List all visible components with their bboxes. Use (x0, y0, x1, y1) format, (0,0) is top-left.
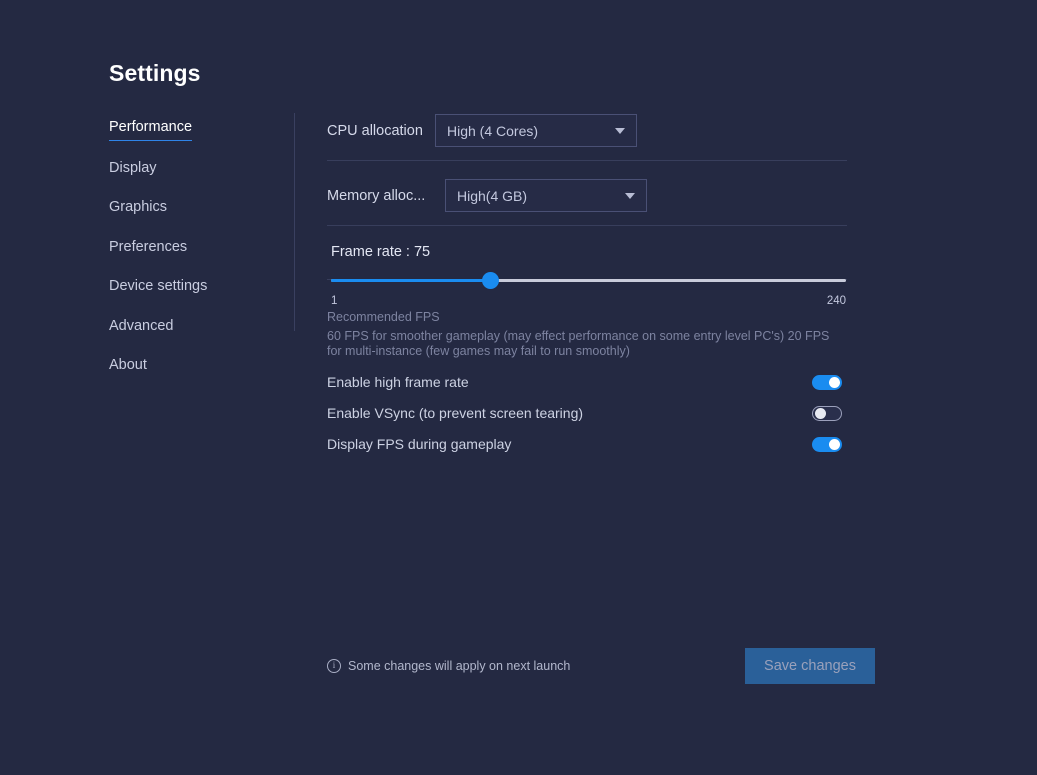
toggle-knob (829, 376, 840, 388)
memory-allocation-select[interactable]: High(4 GB) (445, 179, 647, 212)
toggle-vsync[interactable] (812, 405, 842, 421)
sidebar-item-device-settings[interactable]: Device settings (109, 278, 207, 299)
slider-scale: 1 240 (331, 295, 846, 311)
sidebar-item-display[interactable]: Display (109, 160, 157, 181)
frame-rate-section: Frame rate : 75 1 240 (331, 244, 846, 311)
memory-allocation-row: Memory alloc... High(4 GB) (327, 179, 647, 212)
sidebar-item-advanced[interactable]: Advanced (109, 318, 174, 339)
toggle-label-vsync: Enable VSync (to prevent screen tearing) (327, 405, 584, 421)
page-title: Settings (109, 60, 201, 86)
sidebar-item-performance[interactable]: Performance (109, 119, 193, 141)
info-circle-icon: i (327, 659, 341, 673)
cpu-allocation-row: CPU allocation High (4 Cores) (327, 114, 637, 147)
sidebar-divider (294, 113, 295, 331)
slider-fill (331, 279, 491, 282)
cpu-allocation-select[interactable]: High (4 Cores) (435, 114, 637, 147)
chevron-down-icon (625, 192, 635, 199)
toggle-row-vsync: Enable VSync (to prevent screen tearing) (327, 402, 842, 424)
save-changes-button[interactable]: Save changes (745, 648, 875, 684)
cpu-allocation-label: CPU allocation (327, 122, 423, 139)
slider-thumb[interactable] (481, 272, 499, 289)
frame-rate-slider[interactable] (331, 272, 846, 289)
toggle-knob (815, 407, 826, 419)
sidebar-item-preferences[interactable]: Preferences (109, 239, 187, 260)
chevron-down-icon (615, 127, 625, 134)
toggle-knob (829, 438, 840, 450)
recommended-fps-heading: Recommended FPS (327, 310, 440, 324)
recommended-fps-body: 60 FPS for smoother gameplay (may effect… (327, 329, 830, 358)
slider-max-label: 240 (826, 295, 846, 307)
toggle-label-display-fps: Display FPS during gameplay (327, 436, 512, 452)
toggle-high-frame-rate[interactable] (812, 374, 842, 390)
toggle-label-high-frame-rate: Enable high frame rate (327, 374, 469, 390)
sidebar-item-about[interactable]: About (109, 357, 147, 378)
slider-min-label: 1 (331, 295, 338, 307)
memory-allocation-label: Memory alloc... (327, 187, 426, 204)
toggle-row-high-frame-rate: Enable high frame rate (327, 371, 842, 393)
frame-rate-title: Frame rate : 75 (331, 244, 431, 260)
settings-sidebar: Performance Display Graphics Preferences… (109, 119, 269, 397)
toggle-display-fps[interactable] (812, 436, 842, 452)
footer-note: i Some changes will apply on next launch (327, 659, 570, 673)
memory-allocation-value: High(4 GB) (457, 187, 528, 204)
section-divider-memory (327, 225, 847, 226)
section-divider-cpu (327, 160, 847, 161)
footer-note-text: Some changes will apply on next launch (348, 659, 571, 673)
sidebar-item-graphics[interactable]: Graphics (109, 199, 167, 220)
cpu-allocation-value: High (4 Cores) (447, 122, 539, 139)
toggle-row-display-fps: Display FPS during gameplay (327, 433, 842, 455)
